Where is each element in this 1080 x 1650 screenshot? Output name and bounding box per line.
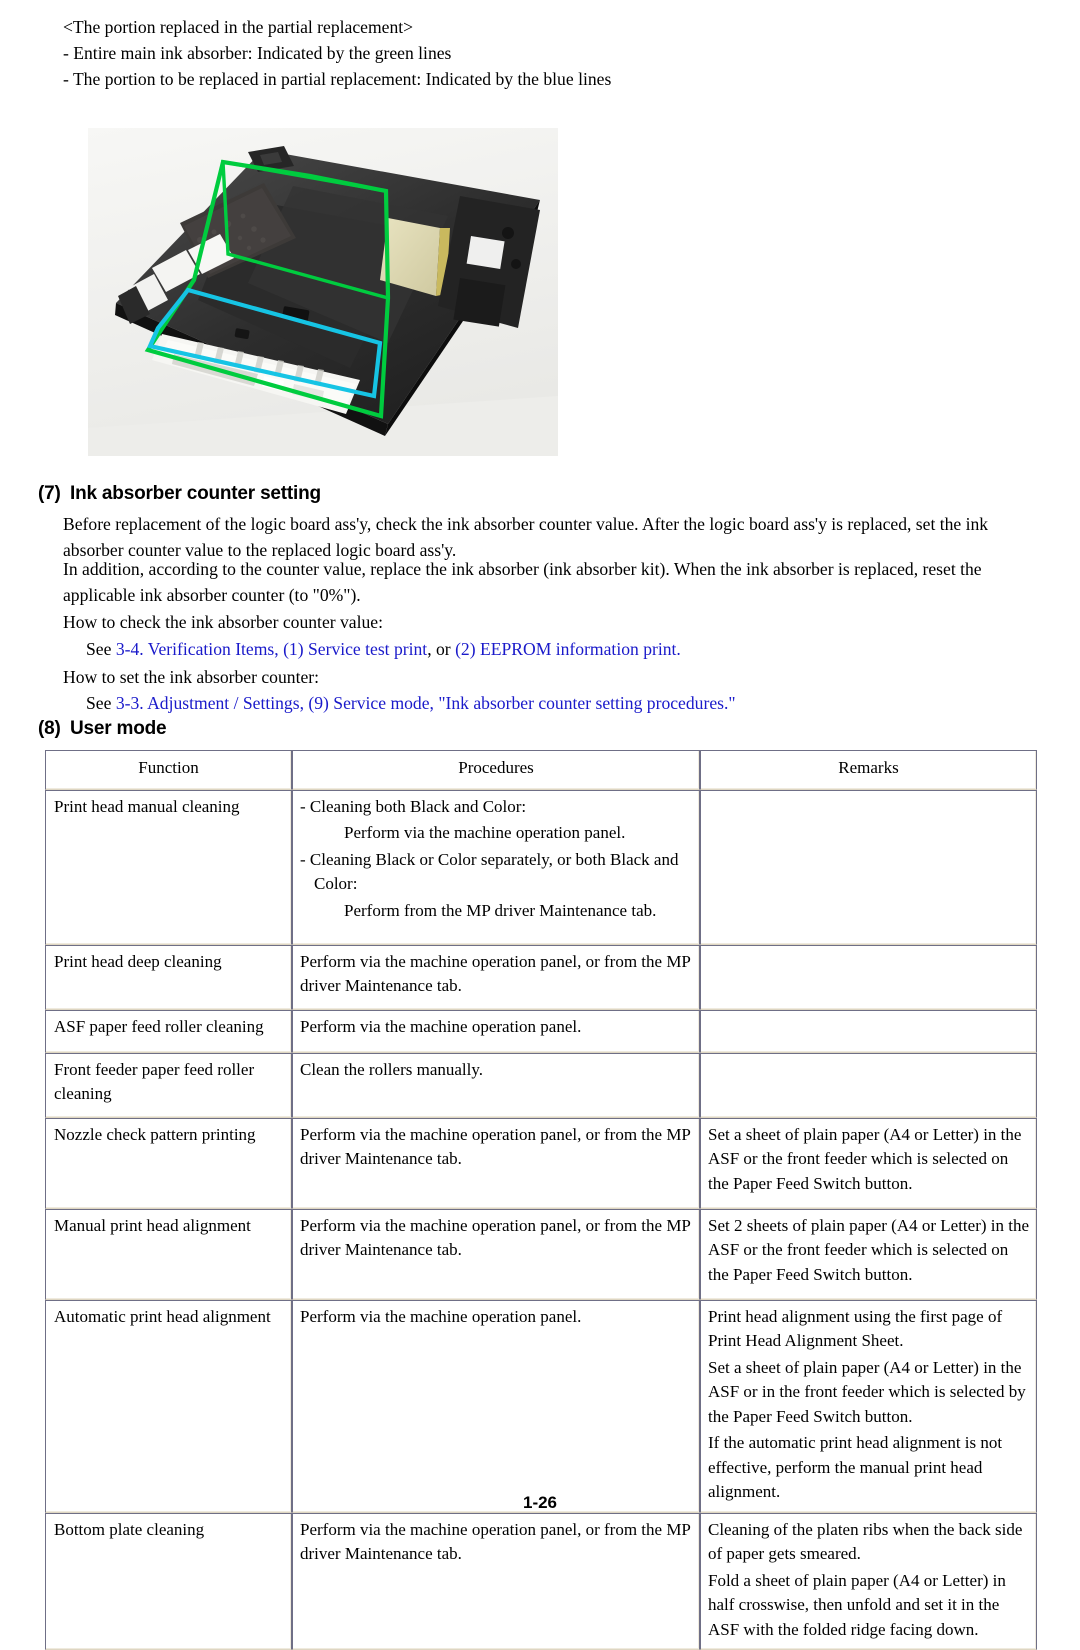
table-head: Function Procedures Remarks bbox=[45, 750, 1037, 790]
cell-text-block: Perform via the machine operation panel,… bbox=[300, 950, 692, 999]
cell-text-block: Perform from the MP driver Maintenance t… bbox=[300, 899, 692, 924]
link-eeprom-information-print[interactable]: (2) EEPROM information print. bbox=[455, 639, 681, 659]
link-verification-items[interactable]: 3-4. Verification Items, (1) Service tes… bbox=[116, 639, 427, 659]
table-header-row: Function Procedures Remarks bbox=[45, 750, 1037, 790]
manual-page: <The portion replaced in the partial rep… bbox=[0, 0, 1080, 1528]
cell-text-block: Cleaning of the platen ribs when the bac… bbox=[708, 1518, 1029, 1567]
cell-text-block: Perform via the machine operation panel,… bbox=[300, 1214, 692, 1263]
intro-bullet-green: - Entire main ink absorber: Indicated by… bbox=[63, 40, 1023, 66]
cell-function: Print head manual cleaning bbox=[45, 790, 292, 945]
section-7-paragraph-2: In addition, according to the counter va… bbox=[63, 557, 1021, 608]
column-header-function: Function bbox=[45, 750, 292, 790]
see-prefix-1: See bbox=[86, 639, 116, 659]
page-footer: 1-26 bbox=[0, 1493, 1080, 1513]
section-7-number: (7) bbox=[38, 483, 70, 505]
cell-function: ASF paper feed roller cleaning bbox=[45, 1010, 292, 1053]
cell-text-block: - Cleaning both Black and Color: bbox=[300, 795, 692, 820]
cell-text-block: Set 2 sheets of plain paper (A4 or Lette… bbox=[708, 1214, 1029, 1288]
cell-procedures: - Cleaning both Black and Color:Perform … bbox=[292, 790, 700, 945]
cell-function: Nozzle check pattern printing bbox=[45, 1118, 292, 1209]
cell-text-block: - Cleaning Black or Color separately, or… bbox=[300, 848, 692, 897]
cell-remarks bbox=[700, 1053, 1037, 1118]
cell-procedures: Clean the rollers manually. bbox=[292, 1053, 700, 1118]
cell-text-block: Perform via the machine operation panel. bbox=[300, 1305, 692, 1330]
cell-procedures: Perform via the machine operation panel,… bbox=[292, 1513, 700, 1650]
table-body: Print head manual cleaning- Cleaning bot… bbox=[45, 790, 1037, 1650]
user-mode-table-wrap: Function Procedures Remarks Print head m… bbox=[45, 750, 1037, 1650]
cell-text-block: Perform via the machine operation panel,… bbox=[300, 1518, 692, 1567]
table-row: Front feeder paper feed roller cleaning C… bbox=[45, 1053, 1037, 1118]
how-to-set-label: How to set the ink absorber counter: bbox=[63, 665, 319, 691]
see-prefix-2: See bbox=[86, 693, 116, 713]
cell-procedures: Perform via the machine operation panel,… bbox=[292, 945, 700, 1010]
table-row: Print head manual cleaning- Cleaning bot… bbox=[45, 790, 1037, 945]
cell-text-block: Print head alignment using the first pag… bbox=[708, 1305, 1029, 1354]
table-row: Automatic print head alignment Perform vi… bbox=[45, 1300, 1037, 1513]
cell-remarks bbox=[700, 1010, 1037, 1053]
cross-reference-check: See 3-4. Verification Items, (1) Service… bbox=[86, 637, 681, 663]
cell-procedures: Perform via the machine operation panel,… bbox=[292, 1209, 700, 1300]
cell-procedures: Perform via the machine operation panel. bbox=[292, 1300, 700, 1513]
section-7-heading: (7)Ink absorber counter setting bbox=[38, 483, 321, 505]
link-service-mode-procedures[interactable]: 3-3. Adjustment / Settings, (9) Service … bbox=[116, 693, 736, 713]
section-8-title: User mode bbox=[70, 718, 166, 739]
cell-remarks: Cleaning of the platen ribs when the bac… bbox=[700, 1513, 1037, 1650]
cell-function: Front feeder paper feed roller cleaning bbox=[45, 1053, 292, 1118]
cell-procedures: Perform via the machine operation panel. bbox=[292, 1010, 700, 1053]
cell-function: Automatic print head alignment bbox=[45, 1300, 292, 1513]
cell-text-block: Fold a sheet of plain paper (A4 or Lette… bbox=[708, 1569, 1029, 1643]
intro-bullet-blue: - The portion to be replaced in partial … bbox=[63, 66, 1023, 92]
cell-procedures: Perform via the machine operation panel,… bbox=[292, 1118, 700, 1209]
intro-note: <The portion replaced in the partial rep… bbox=[63, 14, 1023, 92]
cell-text-block: Set a sheet of plain paper (A4 or Letter… bbox=[708, 1356, 1029, 1430]
cell-text-block: Set a sheet of plain paper (A4 or Letter… bbox=[708, 1123, 1029, 1197]
cell-text-block: Perform via the machine operation panel. bbox=[300, 1015, 692, 1040]
table-row: ASF paper feed roller cleaning Perform vi… bbox=[45, 1010, 1037, 1053]
cell-text-block: Perform via the machine operation panel. bbox=[300, 821, 692, 846]
cell-remarks bbox=[700, 945, 1037, 1010]
photo-illustration bbox=[88, 128, 558, 456]
column-header-procedures: Procedures bbox=[292, 750, 700, 790]
intro-title: <The portion replaced in the partial rep… bbox=[63, 14, 1023, 40]
cell-remarks: Print head alignment using the first pag… bbox=[700, 1300, 1037, 1513]
cell-remarks: Set 2 sheets of plain paper (A4 or Lette… bbox=[700, 1209, 1037, 1300]
user-mode-table: Function Procedures Remarks Print head m… bbox=[45, 750, 1037, 1650]
section-8-number: (8) bbox=[38, 718, 70, 740]
cell-function: Bottom plate cleaning bbox=[45, 1513, 292, 1650]
table-row: Print head deep cleaningPerform via the … bbox=[45, 945, 1037, 1010]
see-mid-1: , or bbox=[427, 639, 455, 659]
cell-function: Manual print head alignment bbox=[45, 1209, 292, 1300]
cross-reference-set: See 3-3. Adjustment / Settings, (9) Serv… bbox=[86, 691, 736, 717]
table-row: Nozzle check pattern printingPerform via… bbox=[45, 1118, 1037, 1209]
cell-function: Print head deep cleaning bbox=[45, 945, 292, 1010]
table-row: Bottom plate cleaningPerform via the mac… bbox=[45, 1513, 1037, 1650]
column-header-remarks: Remarks bbox=[700, 750, 1037, 790]
section-7-title: Ink absorber counter setting bbox=[70, 483, 321, 504]
ink-absorber-photo bbox=[88, 128, 558, 456]
cell-text-block: Clean the rollers manually. bbox=[300, 1058, 692, 1083]
cell-remarks bbox=[700, 790, 1037, 945]
section-8-heading: (8)User mode bbox=[38, 718, 166, 740]
cell-text-block: Perform via the machine operation panel,… bbox=[300, 1123, 692, 1172]
cell-remarks: Set a sheet of plain paper (A4 or Letter… bbox=[700, 1118, 1037, 1209]
how-to-check-label: How to check the ink absorber counter va… bbox=[63, 610, 383, 636]
section-7-paragraph-1: Before replacement of the logic board as… bbox=[63, 512, 1021, 563]
table-row: Manual print head alignmentPerform via t… bbox=[45, 1209, 1037, 1300]
